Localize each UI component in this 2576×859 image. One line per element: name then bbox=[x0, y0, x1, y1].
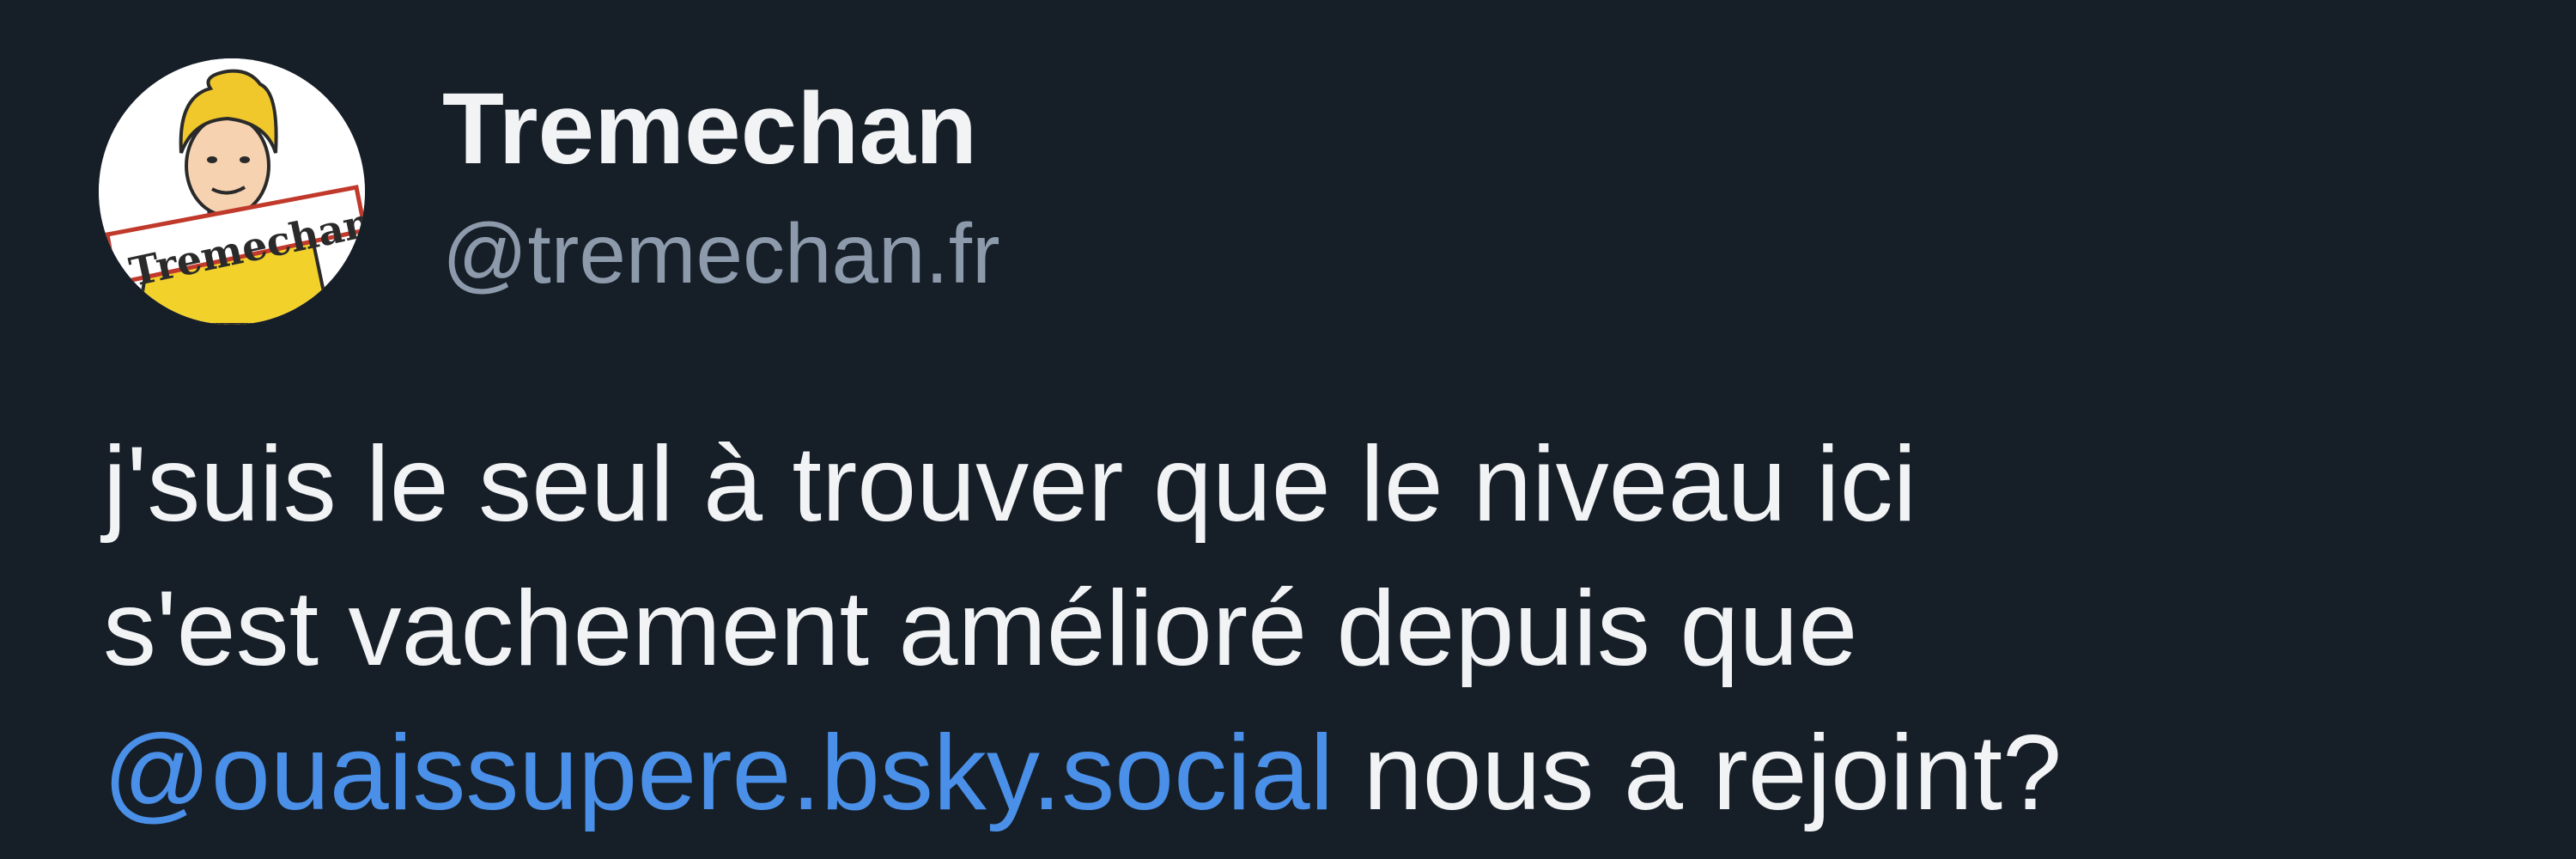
post-text-line-2: s'est vachement amélioré depuis que bbox=[103, 570, 1858, 688]
author-handle[interactable]: @tremechan.fr bbox=[442, 198, 1000, 309]
mention-link[interactable]: @ouaissupere.bsky.social bbox=[103, 714, 1334, 832]
avatar-illustration: Tremechan bbox=[99, 58, 365, 325]
post-text-line-1: j'suis le seul à trouver que le niveau i… bbox=[103, 425, 1917, 544]
post-text-line-3-rest: nous a rejoint? bbox=[1334, 714, 2063, 832]
post-card: Tremechan Tremechan @tremechan.fr j'suis… bbox=[0, 0, 2576, 859]
author-avatar[interactable]: Tremechan bbox=[99, 58, 365, 325]
post-text: j'suis le seul à trouver que le niveau i… bbox=[103, 412, 2542, 845]
author-display-name[interactable]: Tremechan bbox=[442, 64, 977, 193]
post-text-line-3: @ouaissupere.bsky.social nous a rejoint? bbox=[103, 701, 2542, 845]
